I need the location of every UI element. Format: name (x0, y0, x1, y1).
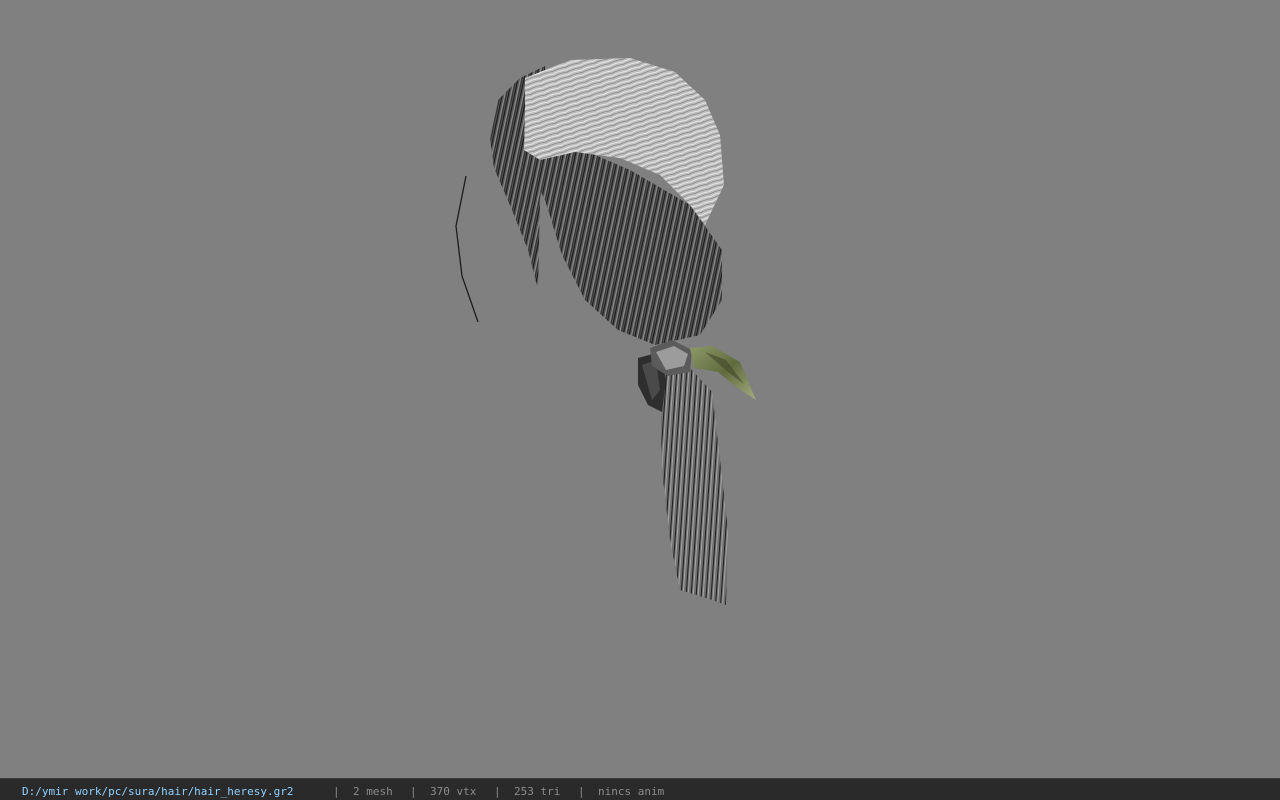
status-file-path: D:/ymir work/pc/sura/hair/hair_heresy.gr… (22, 785, 294, 798)
status-separator: | (578, 785, 585, 798)
status-bar: D:/ymir work/pc/sura/hair/hair_heresy.gr… (0, 778, 1280, 800)
status-separator: | (333, 785, 340, 798)
hair-model-render[interactable] (0, 0, 1280, 778)
stray-strand (455, 175, 479, 323)
hair-ponytail (660, 368, 728, 605)
status-separator: | (494, 785, 501, 798)
3d-viewport[interactable] (0, 0, 1280, 778)
status-separator: | (410, 785, 417, 798)
status-animation: nincs anim (598, 785, 665, 798)
status-triangle-count: 253 tri (514, 785, 561, 798)
status-vertex-count: 370 vtx (430, 785, 477, 798)
status-mesh-count: 2 mesh (353, 785, 393, 798)
